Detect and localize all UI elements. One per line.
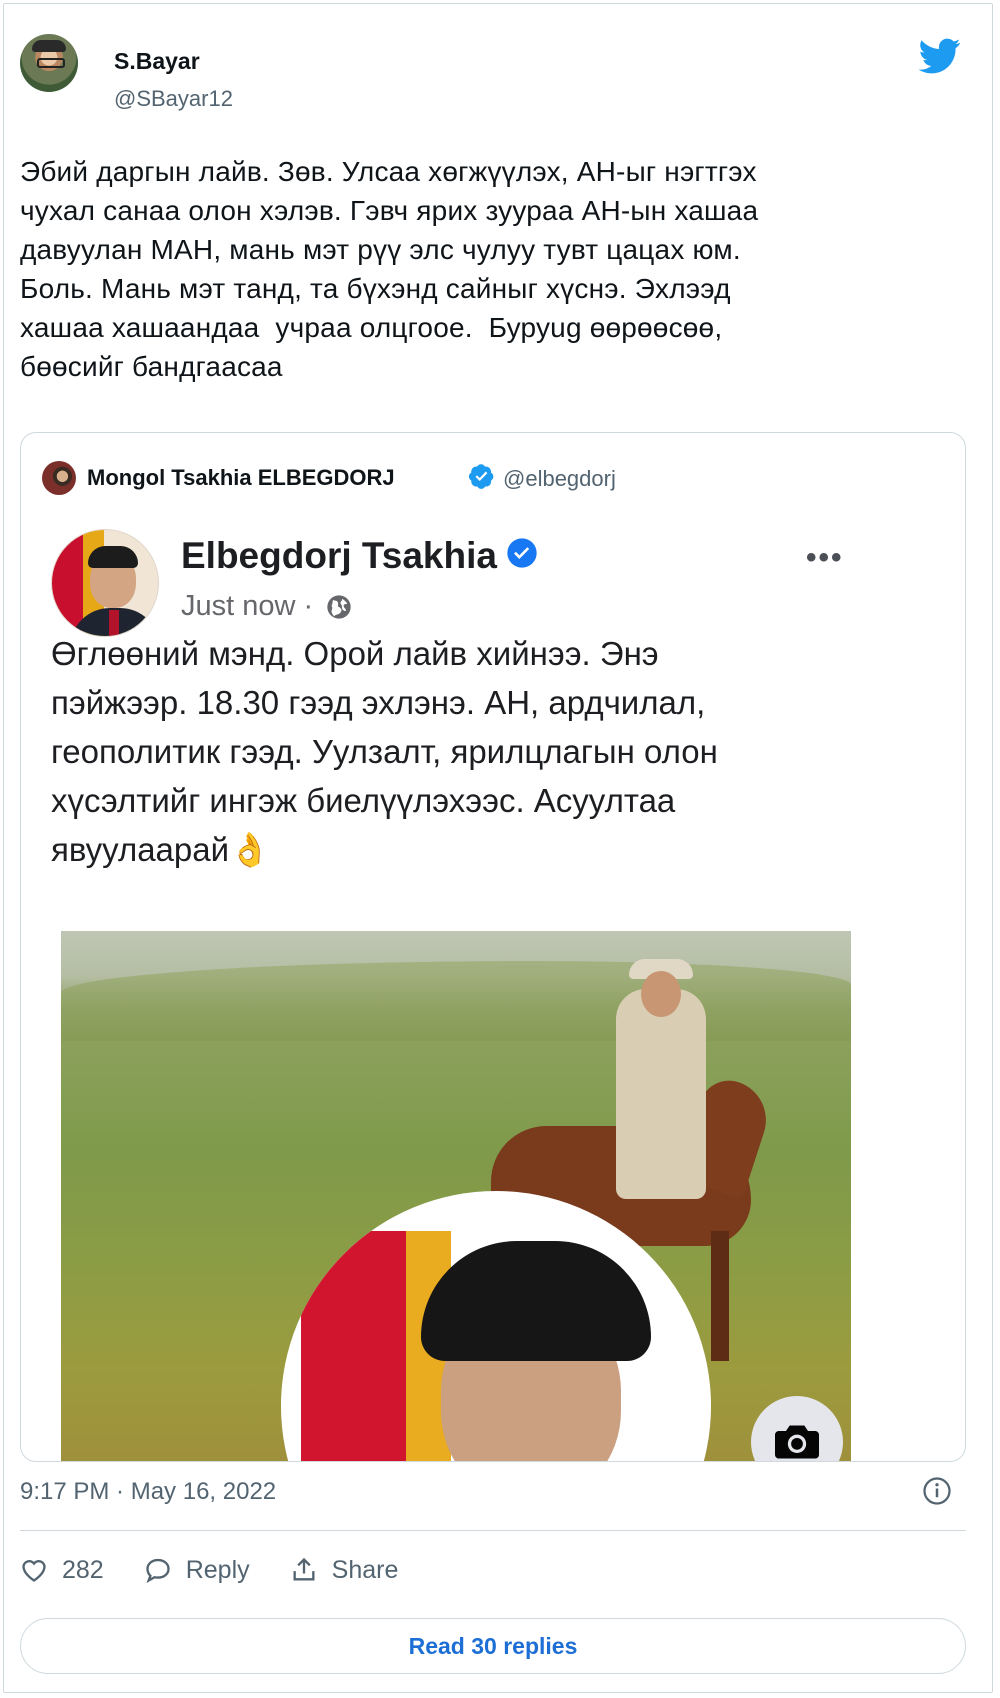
post-photo[interactable]: [61, 931, 851, 1461]
like-count: 282: [62, 1555, 104, 1584]
divider: [20, 1530, 966, 1531]
reply-button[interactable]: Reply: [144, 1556, 250, 1585]
quoted-author-name: Mongol Tsakhia ELBEGDORJ: [87, 465, 395, 490]
share-button[interactable]: Share: [290, 1555, 399, 1585]
reply-label: Reply: [185, 1555, 250, 1584]
author-name[interactable]: S.Bayar: [114, 48, 200, 75]
ok-hand-emoji: 👌: [229, 831, 271, 868]
tweet-actions: 282 Reply Share: [20, 1550, 438, 1590]
tweet-timestamp[interactable]: 9:17 PM · May 16, 2022: [20, 1478, 276, 1506]
author-avatar[interactable]: [20, 34, 78, 92]
verified-icon: [507, 538, 537, 568]
quoted-author-avatar: [42, 461, 76, 495]
quoted-author-handle: @elbegdorj: [503, 466, 616, 491]
share-label: Share: [331, 1555, 399, 1584]
read-replies-button[interactable]: Read 30 replies: [20, 1618, 966, 1674]
reply-icon: [146, 1558, 170, 1583]
tweet-card: S.Bayar @SBayar12 Эбий даргын лайв. Зөв.…: [3, 3, 993, 1693]
verified-icon: [469, 464, 494, 489]
twitter-bird-icon[interactable]: [919, 38, 961, 74]
globe-icon: [327, 595, 351, 619]
like-button[interactable]: 282: [20, 1556, 104, 1585]
tweet-text: Эбий даргын лайв. Зөв. Улсаа хөгжүүлэх, …: [20, 156, 759, 382]
info-icon[interactable]: [922, 1476, 952, 1506]
quoted-tweet[interactable]: Mongol Tsakhia ELBEGDORJ @elbegdorj Elbe…: [20, 432, 966, 1462]
camera-icon[interactable]: [751, 1396, 843, 1461]
author-handle[interactable]: @SBayar12: [114, 86, 233, 112]
fb-avatar: [51, 529, 159, 637]
fb-post-text: Өглөөний мэнд. Орой лайв хийнээ. Энэ пэй…: [51, 629, 911, 874]
fb-author-name: Elbegdorj Tsakhia: [181, 535, 497, 576]
heart-icon: [22, 1560, 46, 1582]
more-icon[interactable]: •••: [806, 541, 844, 575]
fb-post-time: Just now ·: [181, 590, 314, 622]
share-icon: [293, 1557, 315, 1581]
